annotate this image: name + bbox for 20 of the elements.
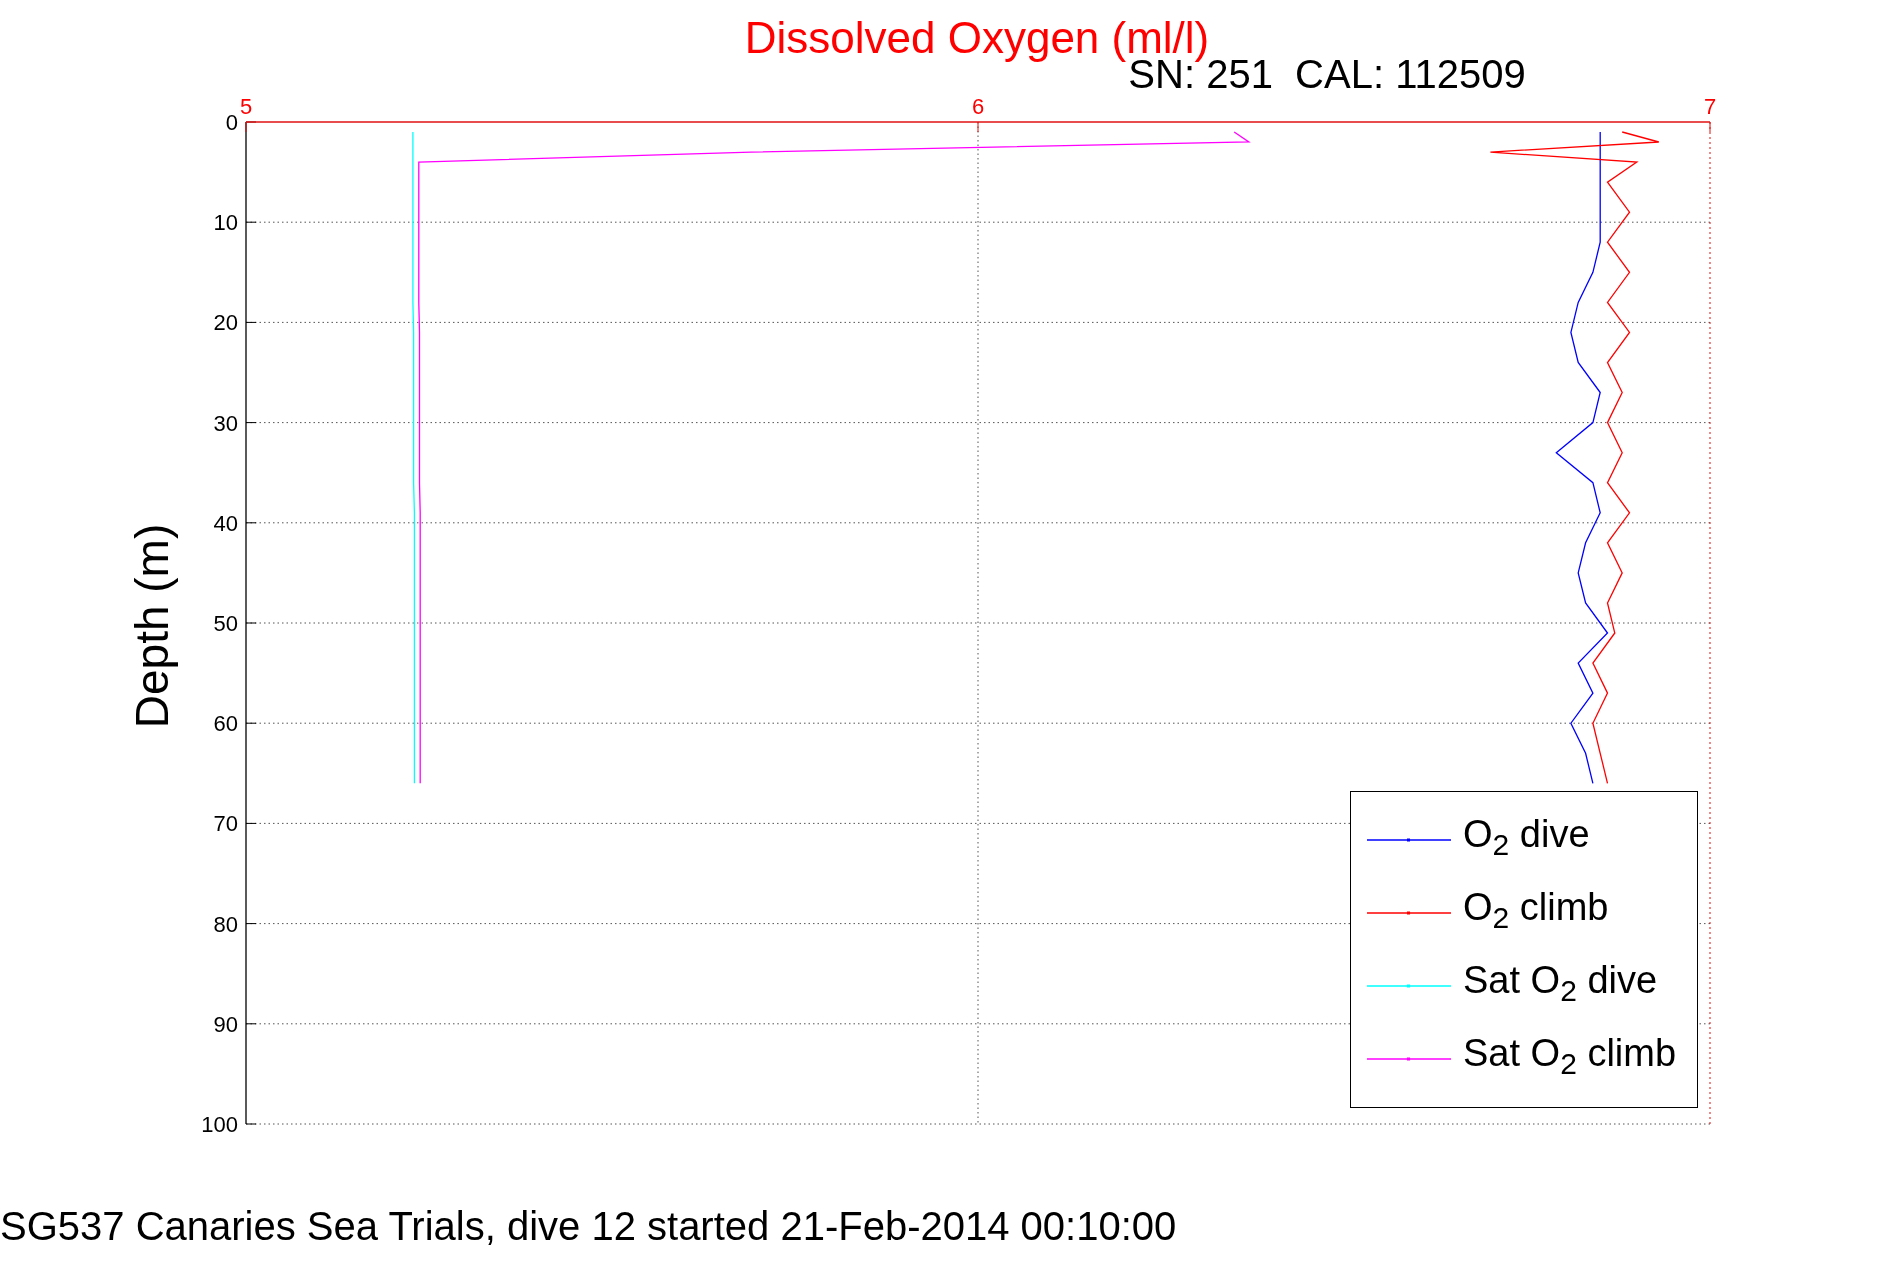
legend-label: O$_{2}$ climb [1463,888,1609,927]
tick-label: 30 [213,410,238,436]
chart-caption: SG537 Canaries Sea Trials, dive 12 started 21-Feb-2014 00:10:00 [0,1204,1177,1248]
tick-label: 80 [213,911,238,937]
tick-label: 50 [213,611,238,636]
legend-label: Sat O$_{2}$ dive [1463,960,1658,999]
tick-label: 20 [213,310,238,336]
tick-label: 90 [213,1011,238,1037]
tick-label: 40 [213,510,238,536]
legend-label: Sat O$_{2}$ climb [1463,1033,1677,1072]
tick-label: 60 [213,711,238,737]
tick-label: 5 [239,94,253,119]
tick-label: 6 [971,94,985,119]
tick-label: 0 [225,110,238,135]
tick-label: 100 [201,1112,238,1137]
tick-label: 7 [1703,94,1717,119]
legend-label: O$_{2}$ dive [1463,815,1590,854]
tick-label: 70 [213,811,238,837]
axis-label: Depth (m) [126,523,178,729]
tick-label: 10 [213,210,238,236]
